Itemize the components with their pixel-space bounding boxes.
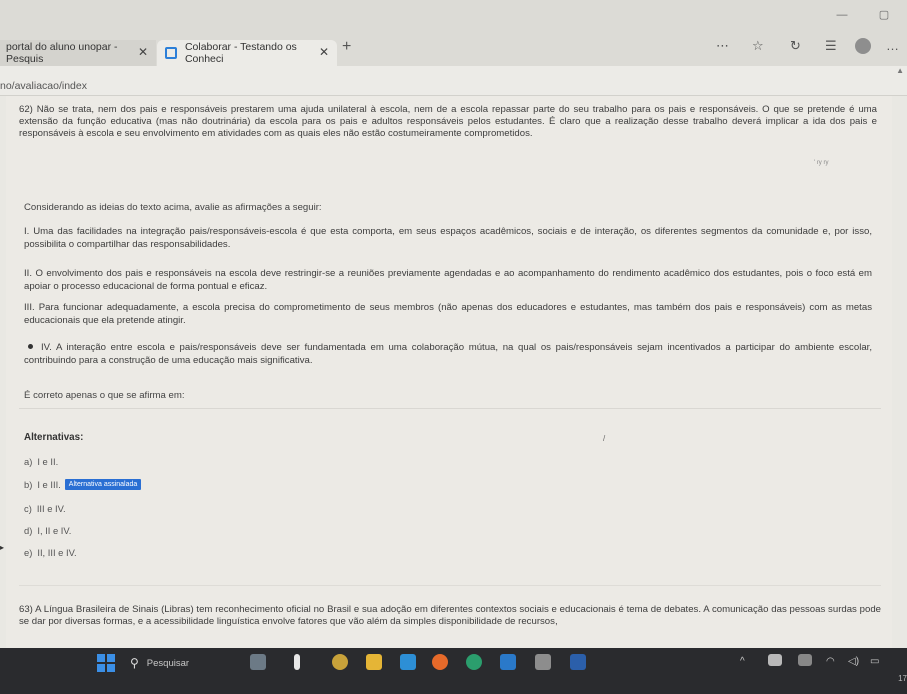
alternative-b[interactable]: b) I e III. Alternativa assinalada bbox=[24, 479, 142, 490]
tab-title: Colaborar - Testando os Conheci bbox=[184, 41, 297, 65]
firefox-icon[interactable] bbox=[432, 654, 448, 670]
taskbar: ⚲ Pesquisar ^ ◠ ◁) ▭ 17 bbox=[0, 648, 907, 694]
page-content: 62) Não se trata, nem dos pais e respons… bbox=[0, 96, 907, 648]
windows-start-icon[interactable] bbox=[97, 654, 115, 672]
app-icon[interactable] bbox=[535, 654, 551, 670]
clock[interactable]: 17 bbox=[898, 674, 907, 683]
alternative-text: II, III e IV. bbox=[37, 547, 77, 558]
alternative-text: I, II e IV. bbox=[37, 525, 72, 536]
search-icon: ⚲ bbox=[130, 656, 139, 670]
cursor-mark: / bbox=[603, 434, 606, 443]
alternative-letter: c) bbox=[24, 503, 32, 514]
alternative-c[interactable]: c) III e IV. bbox=[24, 503, 66, 514]
favorite-star-icon[interactable]: ☆ bbox=[752, 38, 764, 56]
alternative-letter: a) bbox=[24, 456, 33, 467]
url-text[interactable]: no/avaliacao/index bbox=[0, 80, 87, 92]
tab-title: portal do aluno unopar - Pesquis bbox=[6, 41, 118, 65]
new-tab-button[interactable]: + bbox=[342, 38, 351, 56]
close-icon[interactable]: ✕ bbox=[319, 45, 329, 59]
wifi-icon[interactable]: ◠ bbox=[826, 656, 835, 667]
alternative-d[interactable]: d) I, II e IV. bbox=[24, 525, 71, 536]
tray-app-icon[interactable] bbox=[798, 654, 812, 666]
question-62-text: 62) Não se trata, nem dos pais e respons… bbox=[19, 104, 877, 139]
more-menu-icon[interactable]: … bbox=[886, 38, 899, 56]
statement-iv: IV. A interação entre escola e pais/resp… bbox=[24, 342, 872, 367]
dropbox-icon[interactable] bbox=[400, 654, 416, 670]
side-arrow-icon[interactable]: ▸ bbox=[0, 543, 4, 552]
statement-i: I. Uma das facilidades na integração pai… bbox=[24, 226, 872, 250]
divider bbox=[19, 408, 881, 409]
reading-view-icon[interactable]: ⋯ bbox=[716, 38, 729, 56]
close-icon[interactable]: ✕ bbox=[138, 45, 148, 59]
alternative-a[interactable]: a) I e II. bbox=[24, 456, 58, 467]
correct-prompt: É correto apenas o que se afirma em: bbox=[24, 390, 185, 401]
statement-iii: III. Para funcionar adequadamente, a esc… bbox=[24, 302, 872, 326]
statement-iv-text: IV. A interação entre escola e pais/resp… bbox=[24, 342, 872, 366]
address-bar[interactable]: no/avaliacao/index ▲ bbox=[0, 66, 907, 96]
refresh-icon[interactable]: ↻ bbox=[790, 38, 801, 56]
store-icon[interactable] bbox=[500, 654, 516, 670]
scroll-up-icon[interactable]: ▲ bbox=[896, 66, 904, 75]
taskbar-search[interactable]: ⚲ Pesquisar bbox=[130, 652, 240, 674]
stray-mark: ' ry ry bbox=[814, 160, 829, 166]
statement-ii: II. O envolvimento dos pais e responsáve… bbox=[24, 268, 872, 292]
tray-chevron-icon[interactable]: ^ bbox=[740, 656, 745, 667]
alternative-text: III e IV. bbox=[36, 503, 66, 514]
question-63-text: 63) A Língua Brasileira de Sinais (Libra… bbox=[19, 604, 881, 627]
battery-icon[interactable]: ▭ bbox=[870, 656, 879, 667]
question-card: 62) Não se trata, nem dos pais e respons… bbox=[6, 96, 892, 648]
word-icon[interactable] bbox=[570, 654, 586, 670]
tab-strip: portal do aluno unopar - Pesquis ✕ Colab… bbox=[0, 34, 907, 66]
collections-icon[interactable]: ☰ bbox=[825, 38, 837, 56]
alternatives-title: Alternativas: bbox=[24, 432, 84, 443]
alternative-text: I e III. bbox=[37, 479, 61, 490]
start-tile bbox=[97, 664, 105, 672]
minimize-button[interactable]: — bbox=[822, 4, 862, 26]
colaborar-favicon-icon bbox=[165, 47, 177, 59]
question-prompt: Considerando as ideias do texto acima, a… bbox=[24, 202, 322, 213]
profile-avatar[interactable] bbox=[855, 38, 871, 54]
tab-portal-aluno[interactable]: portal do aluno unopar - Pesquis ✕ bbox=[0, 40, 156, 66]
start-tile bbox=[97, 654, 105, 662]
widgets-icon[interactable] bbox=[250, 654, 266, 670]
tray-app-icon[interactable] bbox=[768, 654, 782, 666]
window-titlebar: — ▢ bbox=[0, 0, 907, 34]
alternative-letter: e) bbox=[24, 547, 33, 558]
start-tile bbox=[107, 654, 115, 662]
chat-icon[interactable] bbox=[332, 654, 348, 670]
search-placeholder: Pesquisar bbox=[146, 657, 190, 669]
alternative-letter: d) bbox=[24, 525, 33, 536]
bullet-icon bbox=[28, 344, 33, 350]
start-tile bbox=[107, 664, 115, 672]
task-view-icon[interactable] bbox=[294, 654, 300, 670]
restore-button[interactable]: ▢ bbox=[864, 4, 904, 26]
alternative-text: I e II. bbox=[37, 456, 59, 467]
volume-icon[interactable]: ◁) bbox=[848, 656, 859, 667]
divider bbox=[19, 585, 881, 586]
file-explorer-icon[interactable] bbox=[366, 654, 382, 670]
alternative-e[interactable]: e) II, III e IV. bbox=[24, 547, 77, 558]
tab-colaborar[interactable]: Colaborar - Testando os Conheci ✕ bbox=[157, 40, 337, 66]
alternative-letter: b) bbox=[24, 479, 33, 490]
edge-icon[interactable] bbox=[466, 654, 482, 670]
selected-badge: Alternativa assinalada bbox=[64, 479, 142, 490]
